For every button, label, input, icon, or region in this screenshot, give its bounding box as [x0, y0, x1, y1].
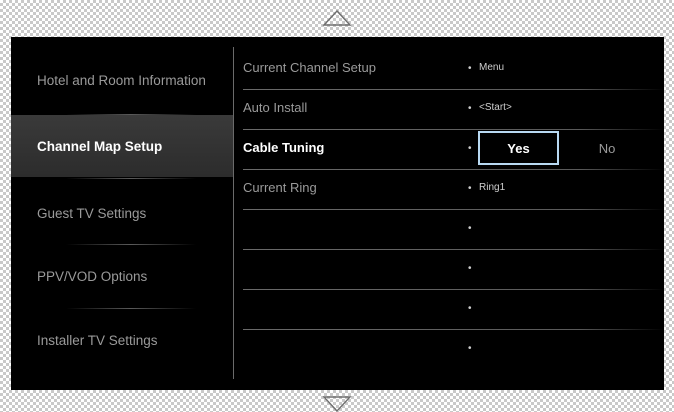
setting-row-current-ring[interactable]: Current Ring • Ring1 [243, 170, 664, 210]
setting-row-empty[interactable]: • [243, 210, 664, 250]
setting-row-empty[interactable]: • [243, 330, 664, 370]
setting-label: Current Channel Setup [243, 60, 376, 75]
scroll-down-icon[interactable] [322, 395, 352, 412]
setting-label: Auto Install [243, 100, 308, 115]
setting-label: Current Ring [243, 180, 317, 195]
setting-value: Menu [479, 62, 505, 73]
menu-item-guest-tv-settings[interactable]: Guest TV Settings [11, 182, 233, 244]
menu-item-label: Guest TV Settings [37, 205, 147, 221]
menu-item-label: Channel Map Setup [37, 138, 163, 154]
panel-divider [233, 47, 234, 379]
setting-value: Ring1 [479, 182, 506, 193]
bullet-icon: • [468, 303, 472, 314]
setting-row-current-channel-setup[interactable]: Current Channel Setup • Menu [243, 50, 664, 90]
menu-separator [66, 178, 196, 179]
bullet-icon: • [468, 263, 472, 274]
bullet-icon: • [468, 143, 472, 154]
setting-row-empty[interactable]: • [243, 290, 664, 330]
menu-item-label: Hotel and Room Information [37, 72, 206, 88]
scroll-up-icon[interactable] [322, 9, 352, 27]
menu-item-ppv-vod-options[interactable]: PPV/VOD Options [11, 245, 233, 307]
bullet-icon: • [468, 343, 472, 354]
setting-row-cable-tuning[interactable]: Cable Tuning • Yes No [243, 130, 664, 170]
tv-menu-screen: Hotel and Room Information Channel Map S… [11, 37, 664, 390]
no-button[interactable]: No [587, 131, 627, 165]
bullet-icon: • [468, 103, 472, 114]
menu-item-label: PPV/VOD Options [37, 268, 148, 284]
setting-value: <Start> [479, 102, 512, 113]
bullet-icon: • [468, 183, 472, 194]
menu-item-channel-map-setup[interactable]: Channel Map Setup [11, 115, 233, 177]
bullet-icon: • [468, 63, 472, 74]
menu-item-installer-tv-settings[interactable]: Installer TV Settings [11, 309, 233, 371]
menu-item-label: Installer TV Settings [37, 332, 158, 348]
setting-row-empty[interactable]: • [243, 250, 664, 290]
menu-item-hotel-room-information[interactable]: Hotel and Room Information [11, 49, 233, 111]
setting-row-auto-install[interactable]: Auto Install • <Start> [243, 90, 664, 130]
left-menu: Hotel and Room Information Channel Map S… [11, 37, 233, 390]
bullet-icon: • [468, 223, 472, 234]
yes-button[interactable]: Yes [478, 131, 559, 165]
setting-label: Cable Tuning [243, 140, 325, 155]
